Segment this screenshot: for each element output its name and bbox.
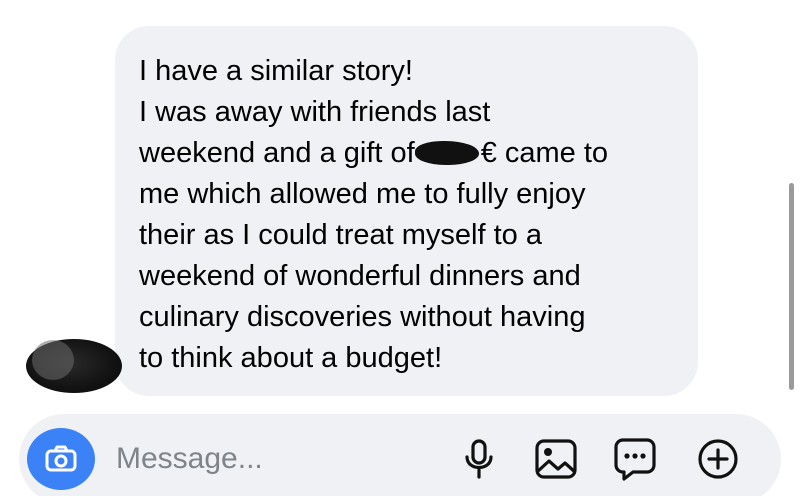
sticker-icon (614, 438, 656, 481)
camera-button[interactable] (27, 428, 95, 490)
message-text-before-redaction: weekend and a gift of (139, 137, 415, 169)
message-line: I have a similar story! (139, 55, 413, 87)
message-line: I was away with friends last (139, 96, 491, 128)
scrollbar[interactable] (789, 183, 794, 390)
message-line: weekend and a gift of € came to (139, 133, 678, 174)
gallery-icon (535, 439, 577, 479)
message-line: weekend of wonderful dinners and (139, 260, 581, 292)
message-input[interactable] (116, 436, 436, 482)
message-line: me which allowed me to fully enjoy (139, 178, 586, 210)
plus-icon (698, 439, 738, 479)
incoming-message-bubble[interactable]: I have a similar story! I was away with … (115, 26, 698, 396)
sender-avatar-redaction (32, 340, 74, 380)
message-text-after-redaction: € came to (480, 137, 609, 169)
sticker-button[interactable] (611, 434, 659, 484)
camera-icon (45, 445, 77, 472)
gallery-button[interactable] (532, 434, 580, 484)
more-options-button[interactable] (694, 434, 742, 484)
microphone-button[interactable] (455, 434, 503, 484)
redacted-amount (414, 141, 479, 165)
message-line: culinary discoveries without having (139, 301, 586, 333)
chat-screen: I have a similar story! I was away with … (0, 0, 800, 496)
microphone-icon (465, 439, 493, 479)
message-line: to think about a budget! (139, 342, 443, 374)
message-line: their as I could treat myself to a (139, 219, 542, 251)
